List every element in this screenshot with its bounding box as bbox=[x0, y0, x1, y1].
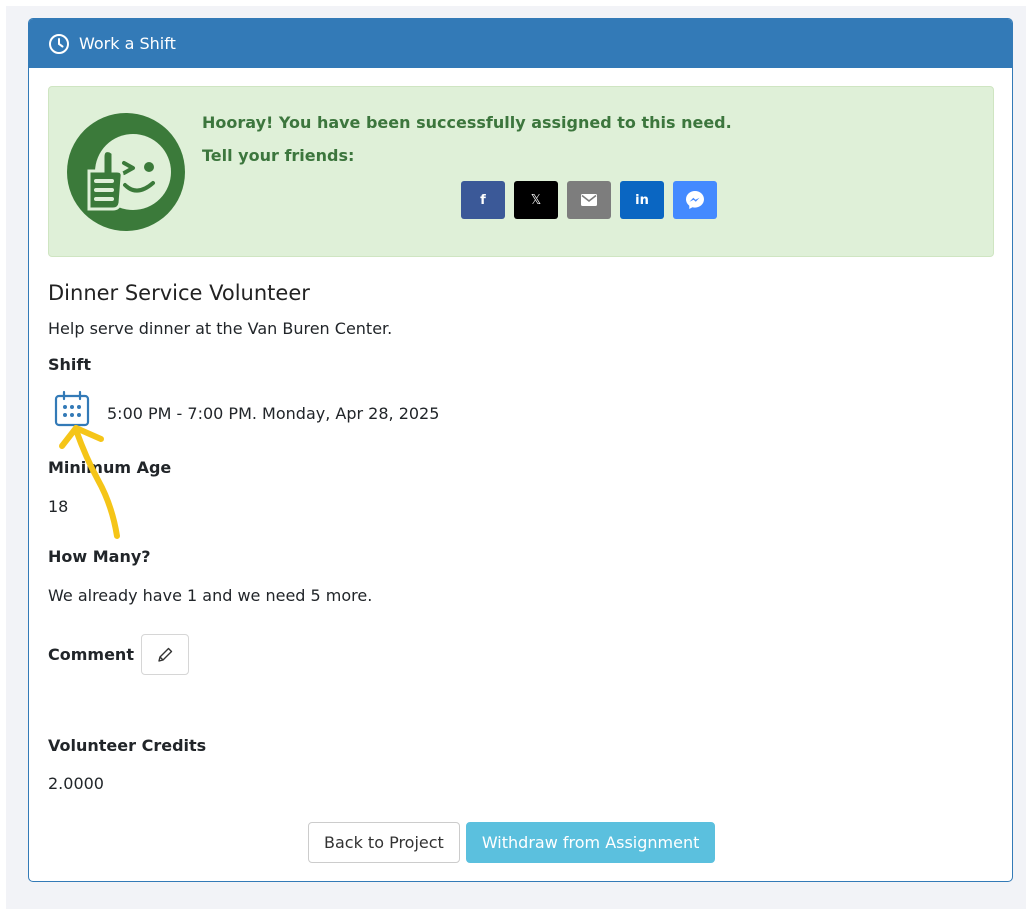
panel-heading: Work a Shift bbox=[29, 19, 1012, 68]
success-alert: Hooray! You have been successfully assig… bbox=[48, 86, 994, 257]
action-buttons: Back to Project Withdraw from Assignment bbox=[308, 822, 716, 863]
withdraw-button[interactable]: Withdraw from Assignment bbox=[465, 822, 716, 863]
comment-row: Comment bbox=[48, 634, 189, 675]
x-icon: 𝕏 bbox=[530, 192, 542, 208]
share-buttons: f 𝕏 in bbox=[461, 181, 717, 219]
need-description: Help serve dinner at the Van Buren Cente… bbox=[48, 319, 393, 338]
comment-label: Comment bbox=[48, 645, 134, 664]
how-many-value: We already have 1 and we need 5 more. bbox=[48, 586, 373, 605]
shift-row: 5:00 PM - 7:00 PM. Monday, Apr 28, 2025 bbox=[53, 390, 439, 428]
x-share-button[interactable]: 𝕏 bbox=[514, 181, 558, 219]
clock-icon bbox=[48, 33, 70, 55]
how-many-label: How Many? bbox=[48, 547, 151, 566]
shift-label: Shift bbox=[48, 355, 92, 374]
messenger-share-button[interactable] bbox=[673, 181, 717, 219]
thumbs-up-wink-icon bbox=[67, 113, 185, 231]
linkedin-icon: in bbox=[635, 192, 649, 208]
share-prompt: Tell your friends: bbox=[202, 146, 355, 165]
facebook-share-button[interactable]: f bbox=[461, 181, 505, 219]
messenger-icon bbox=[686, 191, 704, 209]
minimum-age-label: Minimum Age bbox=[48, 458, 172, 477]
volunteer-credits-value: 2.0000 bbox=[48, 774, 104, 793]
panel-title: Work a Shift bbox=[79, 34, 176, 53]
linkedin-share-button[interactable]: in bbox=[620, 181, 664, 219]
minimum-age-value: 18 bbox=[48, 497, 69, 516]
facebook-icon: f bbox=[480, 192, 486, 208]
calendar-icon[interactable] bbox=[53, 390, 91, 428]
success-message: Hooray! You have been successfully assig… bbox=[202, 113, 732, 132]
back-to-project-button[interactable]: Back to Project bbox=[308, 822, 460, 863]
volunteer-credits-label: Volunteer Credits bbox=[48, 736, 207, 755]
edit-comment-button[interactable] bbox=[140, 634, 189, 675]
pencil-icon bbox=[158, 647, 173, 662]
shift-time: 5:00 PM - 7:00 PM. Monday, Apr 28, 2025 bbox=[107, 403, 440, 423]
work-shift-panel: Work a Shift Hooray! You have been succe… bbox=[28, 18, 1013, 882]
envelope-icon bbox=[581, 194, 597, 206]
email-share-button[interactable] bbox=[567, 181, 611, 219]
need-title: Dinner Service Volunteer bbox=[48, 281, 310, 305]
